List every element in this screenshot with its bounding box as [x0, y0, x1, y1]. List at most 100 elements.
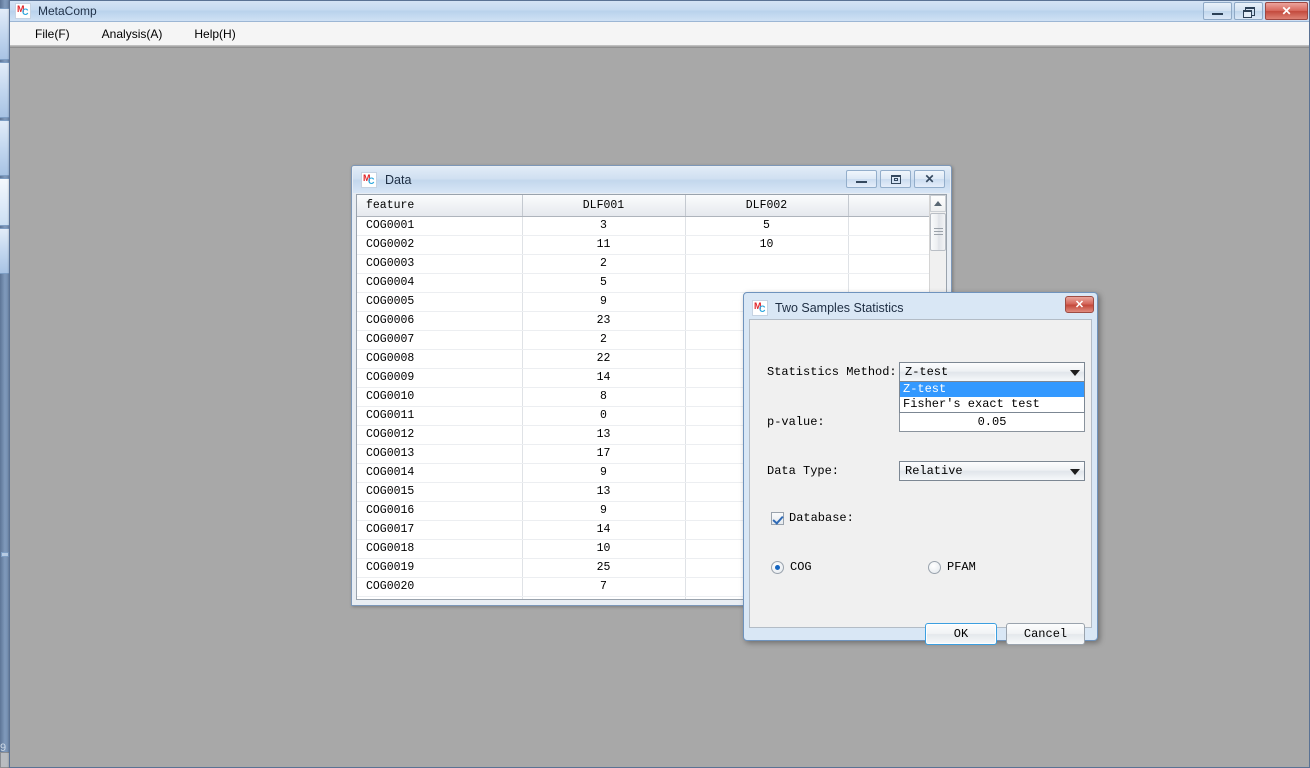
table-cell-feature[interactable]: COG0003 [357, 254, 522, 273]
window-controls: ✕ [1203, 2, 1308, 20]
data-type-combo[interactable]: Relative [899, 461, 1085, 481]
table-cell-dlf001[interactable]: 13 [522, 425, 685, 444]
table-cell-feature[interactable]: COG0015 [357, 482, 522, 501]
table-cell-feature[interactable]: COG0005 [357, 292, 522, 311]
statistics-method-value: Z-test [905, 365, 948, 379]
table-cell-feature[interactable]: COG0004 [357, 273, 522, 292]
table-cell-dlf001[interactable]: 7 [522, 577, 685, 596]
table-cell-feature[interactable]: COG0018 [357, 539, 522, 558]
scroll-up-button[interactable] [930, 195, 946, 212]
column-header-dlf002[interactable]: DLF002 [685, 195, 848, 216]
table-cell-dlf001[interactable]: 25 [522, 558, 685, 577]
table-cell-dlf001[interactable]: 13 [522, 482, 685, 501]
minimize-icon [1212, 13, 1223, 15]
dialog-close-button[interactable]: ✕ [1065, 296, 1094, 313]
menu-item-file[interactable]: File(F) [24, 24, 81, 44]
database-checkbox-row[interactable]: Database: [771, 511, 854, 525]
table-cell-feature[interactable]: COG0007 [357, 330, 522, 349]
radio-icon[interactable] [771, 561, 784, 574]
two-samples-statistics-dialog: MC Two Samples Statistics ✕ Statistics M… [743, 292, 1098, 641]
table-row[interactable]: COG00032 [357, 254, 929, 273]
table-cell-feature[interactable]: COG0001 [357, 216, 522, 235]
restore-icon [1243, 7, 1254, 16]
minimize-button[interactable] [1203, 2, 1232, 20]
scroll-up-icon [934, 201, 942, 206]
table-cell-dlf001[interactable]: 3 [522, 216, 685, 235]
column-header-feature[interactable]: feature [357, 195, 522, 216]
table-cell-dlf001[interactable]: 10 [522, 539, 685, 558]
dropdown-option-fishers-exact-test[interactable]: Fisher's exact test [900, 397, 1084, 412]
table-cell-feature[interactable]: COG0002 [357, 235, 522, 254]
database-option-pfam[interactable]: PFAM [928, 560, 976, 574]
table-cell-dlf001[interactable]: 23 [522, 311, 685, 330]
data-type-label: Data Type: [767, 464, 839, 478]
dialog-content: Statistics Method: Z-test Z-test Fisher'… [749, 319, 1092, 628]
table-cell-feature[interactable]: COG0008 [357, 349, 522, 368]
table-cell-dlf001[interactable]: 9 [522, 292, 685, 311]
table-cell-dlf001[interactable]: 14 [522, 368, 685, 387]
data-window-title: Data [385, 173, 411, 187]
scrollbar-thumb[interactable] [930, 213, 946, 251]
table-cell-dlf001[interactable]: 17 [522, 444, 685, 463]
table-cell-dlf002[interactable]: 10 [685, 235, 848, 254]
table-cell-dlf001[interactable]: 11 [522, 235, 685, 254]
dropdown-option-z-test[interactable]: Z-test [900, 382, 1084, 397]
table-cell-dlf001[interactable]: 13 [522, 596, 685, 599]
cancel-button[interactable]: Cancel [1006, 623, 1085, 645]
table-cell-feature[interactable]: COG0010 [357, 387, 522, 406]
table-cell-dlf001[interactable]: 8 [522, 387, 685, 406]
minimize-icon [856, 181, 867, 183]
table-cell-feature[interactable]: COG0009 [357, 368, 522, 387]
data-type-value: Relative [905, 464, 963, 478]
table-row[interactable]: COG000135 [357, 216, 929, 235]
restore-button[interactable] [1234, 2, 1263, 20]
menu-item-help[interactable]: Help(H) [183, 24, 246, 44]
database-option-cog[interactable]: COG [771, 560, 812, 574]
table-cell-feature[interactable]: COG0019 [357, 558, 522, 577]
table-cell-feature[interactable]: COG0014 [357, 463, 522, 482]
table-cell-feature[interactable]: COG0021 [357, 596, 522, 599]
data-close-button[interactable]: ✕ [914, 170, 945, 188]
dialog-title: Two Samples Statistics [775, 301, 904, 315]
table-cell-dlf001[interactable]: 9 [522, 463, 685, 482]
table-cell-dlf002[interactable]: 5 [685, 216, 848, 235]
column-header-dlf001[interactable]: DLF001 [522, 195, 685, 216]
dialog-titlebar[interactable]: MC Two Samples Statistics ✕ [747, 296, 1094, 319]
table-cell-dlf001[interactable]: 2 [522, 254, 685, 273]
close-button[interactable]: ✕ [1265, 2, 1308, 20]
table-cell-dlf001[interactable]: 14 [522, 520, 685, 539]
table-cell-dlf002[interactable] [685, 254, 848, 273]
table-cell-extra[interactable] [848, 254, 929, 273]
statistics-method-label: Statistics Method: [767, 365, 897, 379]
table-cell-feature[interactable]: COG0020 [357, 577, 522, 596]
table-cell-extra[interactable] [848, 216, 929, 235]
data-window-titlebar[interactable]: MC Data ✕ [353, 167, 950, 193]
p-value-input[interactable]: 0.05 [899, 412, 1085, 432]
table-cell-dlf001[interactable]: 5 [522, 273, 685, 292]
main-titlebar[interactable]: MC MetaComp ✕ [10, 1, 1309, 22]
data-minimize-button[interactable] [846, 170, 877, 188]
table-cell-dlf002[interactable] [685, 273, 848, 292]
table-cell-dlf001[interactable]: 22 [522, 349, 685, 368]
checkbox-icon[interactable] [771, 512, 784, 525]
table-cell-feature[interactable]: COG0006 [357, 311, 522, 330]
table-cell-feature[interactable]: COG0013 [357, 444, 522, 463]
table-cell-feature[interactable]: COG0017 [357, 520, 522, 539]
table-cell-extra[interactable] [848, 235, 929, 254]
table-cell-dlf001[interactable]: 9 [522, 501, 685, 520]
table-row[interactable]: COG00021110 [357, 235, 929, 254]
table-cell-feature[interactable]: COG0011 [357, 406, 522, 425]
table-cell-dlf001[interactable]: 0 [522, 406, 685, 425]
statistics-method-dropdown-list[interactable]: Z-test Fisher's exact test [899, 382, 1085, 413]
table-cell-feature[interactable]: COG0016 [357, 501, 522, 520]
table-cell-feature[interactable]: COG0012 [357, 425, 522, 444]
data-maximize-button[interactable] [880, 170, 911, 188]
radio-icon[interactable] [928, 561, 941, 574]
statistics-method-combo[interactable]: Z-test [899, 362, 1085, 382]
column-header-blank[interactable] [848, 195, 929, 216]
table-row[interactable]: COG00045 [357, 273, 929, 292]
ok-button[interactable]: OK [925, 623, 997, 645]
menu-item-analysis[interactable]: Analysis(A) [91, 24, 174, 44]
table-cell-extra[interactable] [848, 273, 929, 292]
table-cell-dlf001[interactable]: 2 [522, 330, 685, 349]
